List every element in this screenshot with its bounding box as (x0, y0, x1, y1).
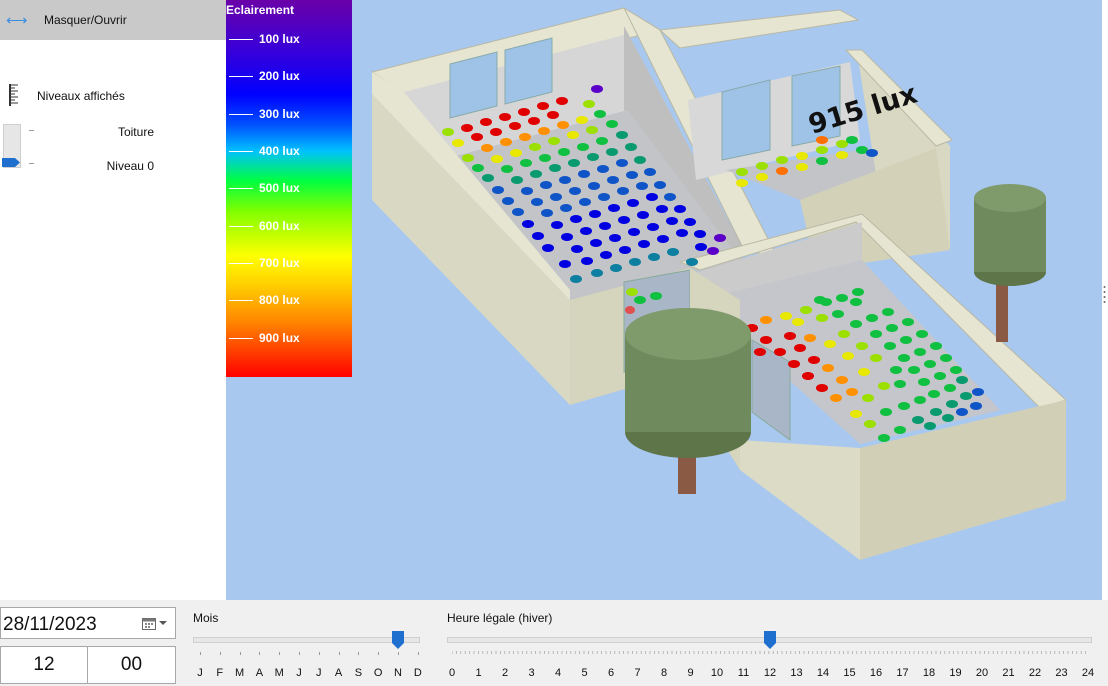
hour-tick-label: 3 (528, 667, 535, 679)
hour-field[interactable]: 12 (0, 646, 88, 684)
month-tick-mark (378, 652, 380, 655)
month-tick-mark (279, 652, 281, 655)
month-tick-label: J (296, 667, 302, 679)
legend-entry: 300 lux (229, 107, 300, 121)
chevron-down-icon[interactable] (159, 621, 167, 625)
window (504, 37, 553, 105)
hour-minor-ticks (452, 651, 1086, 654)
hour-tick-label: 21 (1002, 667, 1015, 679)
month-tick-label: J (316, 667, 322, 679)
hour-tick-label: 14 (816, 667, 830, 679)
levels-title: Niveaux affichés (37, 89, 125, 103)
hour-tick-label: 22 (1028, 667, 1042, 679)
illuminance-legend: Eclairement 100 lux 200 lux 300 lux 400 … (226, 0, 352, 377)
hour-tick-label: 2 (501, 667, 509, 679)
3d-viewport[interactable]: 915 lux (226, 0, 1102, 600)
month-tick-label: S (354, 667, 363, 679)
building-scene[interactable]: 915 lux (226, 0, 1102, 600)
month-tick-mark (417, 652, 419, 655)
month-tick-mark (338, 652, 340, 655)
levels-ruler-icon (9, 84, 18, 106)
month-tick-mark (200, 652, 201, 655)
time-controls: 28/11/2023 12 00 Mois Heure légale (hive… (0, 600, 1108, 686)
hour-tick-label: 16 (869, 667, 883, 679)
date-picker[interactable]: 28/11/2023 (0, 607, 176, 639)
month-tick-mark (259, 652, 261, 655)
month-tick-label: D (413, 667, 422, 679)
month-tick-label: A (255, 667, 264, 679)
month-tick-mark (318, 652, 320, 655)
tree-front (625, 308, 751, 494)
month-slider-track[interactable] (193, 637, 420, 643)
month-tick-label: A (334, 667, 343, 679)
date-value: 28/11/2023 (3, 614, 97, 635)
month-tick-label: O (373, 667, 383, 679)
minute-field[interactable]: 00 (87, 646, 176, 684)
month-tick-mark (219, 652, 221, 655)
hour-tick-label: 11 (737, 667, 750, 679)
legend-entry: 800 lux (229, 293, 300, 307)
level-item-ground[interactable]: Niveau 0 (4, 159, 154, 173)
window (449, 51, 498, 119)
month-slider-title: Mois (193, 611, 219, 625)
wing3-front-wall (740, 440, 860, 560)
resize-grip-icon[interactable] (1103, 284, 1106, 306)
hour-tick-label: 15 (843, 667, 856, 679)
legend-entry: 500 lux (229, 181, 300, 195)
hour-slider-title: Heure légale (hiver) (447, 611, 553, 625)
hour-tick-label: 5 (581, 667, 588, 679)
month-tick-mark (299, 652, 300, 655)
hour-tick-label: 19 (949, 667, 962, 679)
hide-show-toggle[interactable]: ⟷ Masquer/Ouvrir (0, 0, 226, 40)
level-item-roof[interactable]: Toiture (4, 125, 154, 139)
double-arrow-icon: ⟷ (6, 12, 28, 29)
hour-tick-label: 10 (710, 667, 724, 679)
hour-tick-label: 0 (448, 667, 456, 679)
hour-tick-label: 24 (1081, 667, 1095, 679)
calendar-icon[interactable] (142, 617, 156, 630)
legend-entry: 600 lux (229, 219, 300, 233)
levels-panel: ⟷ Masquer/Ouvrir Niveaux affichés Toitur… (0, 0, 226, 600)
room2-top (658, 9, 860, 49)
hour-tick-label: 9 (687, 667, 694, 679)
month-tick-label: M (235, 667, 245, 679)
hour-tick-label: 6 (607, 667, 615, 679)
hour-tick-label: 1 (475, 667, 482, 679)
hour-tick-label: 17 (896, 667, 909, 679)
month-tick-label: J (197, 667, 203, 679)
hour-tick-label: 7 (634, 667, 641, 679)
legend-entry: 200 lux (229, 69, 300, 83)
hide-show-label: Masquer/Ouvrir (44, 13, 127, 27)
tree-right (974, 184, 1046, 342)
legend-entry: 900 lux (229, 331, 300, 345)
window (721, 79, 771, 161)
month-tick-label: N (394, 667, 402, 679)
hour-tick-label: 12 (763, 667, 777, 679)
legend-entry: 100 lux (229, 32, 300, 46)
legend-entry: 400 lux (229, 144, 300, 158)
month-slider-thumb[interactable] (392, 631, 404, 649)
hour-tick-label: 4 (554, 667, 562, 679)
legend-entry: 700 lux (229, 256, 300, 270)
hour-tick-label: 13 (790, 667, 803, 679)
month-tick-mark (358, 652, 360, 655)
hour-tick-label: 23 (1055, 667, 1068, 679)
month-tick-label: M (274, 667, 284, 679)
legend-title: Eclairement (226, 3, 295, 17)
month-tick-mark (239, 652, 241, 655)
month-tick-mark (398, 652, 399, 655)
hour-tick-label: 8 (660, 667, 668, 679)
hour-tick-label: 20 (975, 667, 989, 679)
hour-tick-label: 18 (922, 667, 936, 679)
hour-slider-thumb[interactable] (764, 631, 776, 649)
month-tick-label: F (216, 667, 224, 679)
